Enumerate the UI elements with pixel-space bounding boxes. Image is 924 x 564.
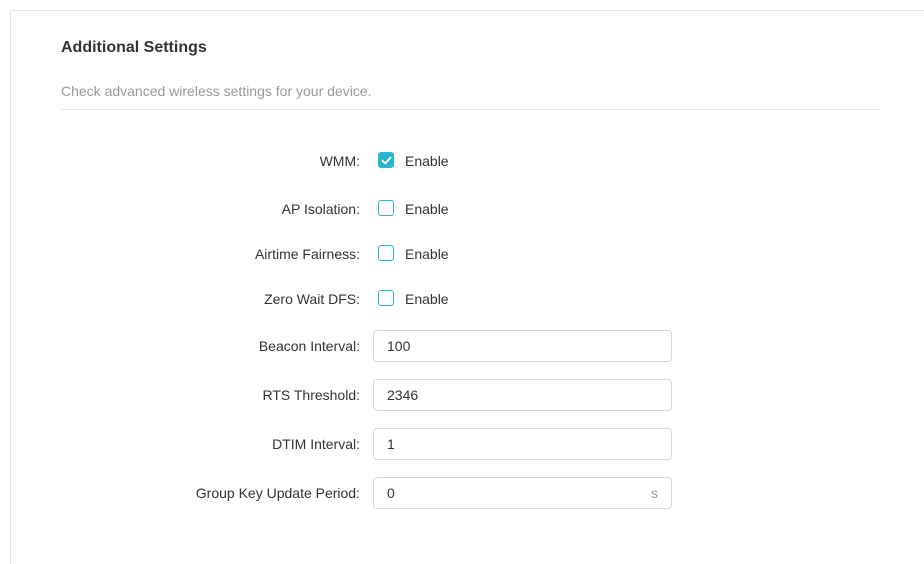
- rts-threshold-label: RTS Threshold:: [262, 387, 360, 403]
- additional-settings-panel: Additional Settings Check advanced wirel…: [10, 10, 924, 564]
- airtime-fairness-checkbox[interactable]: [378, 245, 394, 261]
- section-description: Check advanced wireless settings for you…: [61, 83, 372, 99]
- wmm-enable-label[interactable]: Enable: [405, 145, 449, 177]
- dtim-interval-label: DTIM Interval:: [272, 436, 360, 452]
- rts-threshold-row: RTS Threshold: 2346: [11, 379, 924, 411]
- ap-isolation-row: AP Isolation: Enable: [11, 193, 924, 225]
- section-title: Additional Settings: [61, 39, 207, 56]
- zero-wait-dfs-label: Zero Wait DFS:: [264, 291, 360, 307]
- ap-isolation-enable-label[interactable]: Enable: [405, 193, 449, 225]
- wmm-checkbox[interactable]: [378, 152, 394, 168]
- group-key-update-period-row: Group Key Update Period: 0 s: [11, 477, 924, 509]
- dtim-interval-value: 1: [387, 436, 395, 452]
- airtime-fairness-row: Airtime Fairness: Enable: [11, 238, 924, 270]
- airtime-fairness-label: Airtime Fairness:: [254, 246, 360, 262]
- beacon-interval-input[interactable]: 100: [373, 330, 672, 362]
- group-key-update-period-input[interactable]: 0 s: [373, 477, 672, 509]
- ap-isolation-label: AP Isolation:: [281, 201, 360, 217]
- group-key-update-period-value: 0: [387, 485, 395, 501]
- beacon-interval-label: Beacon Interval:: [258, 338, 360, 354]
- zero-wait-dfs-row: Zero Wait DFS: Enable: [11, 283, 924, 315]
- group-key-update-period-unit: s: [651, 485, 658, 501]
- wmm-label: WMM:: [319, 153, 360, 169]
- zero-wait-dfs-checkbox[interactable]: [378, 290, 394, 306]
- rts-threshold-input[interactable]: 2346: [373, 379, 672, 411]
- beacon-interval-row: Beacon Interval: 100: [11, 330, 924, 362]
- wmm-row: WMM: Enable: [11, 145, 924, 177]
- ap-isolation-checkbox[interactable]: [378, 200, 394, 216]
- zero-wait-dfs-enable-label[interactable]: Enable: [405, 283, 449, 315]
- beacon-interval-value: 100: [387, 338, 411, 354]
- dtim-interval-row: DTIM Interval: 1: [11, 428, 924, 460]
- airtime-fairness-enable-label[interactable]: Enable: [405, 238, 449, 270]
- rts-threshold-value: 2346: [387, 387, 419, 403]
- section-divider: [61, 109, 881, 110]
- checkmark-icon: [381, 156, 392, 165]
- group-key-update-period-label: Group Key Update Period:: [195, 485, 360, 501]
- dtim-interval-input[interactable]: 1: [373, 428, 672, 460]
